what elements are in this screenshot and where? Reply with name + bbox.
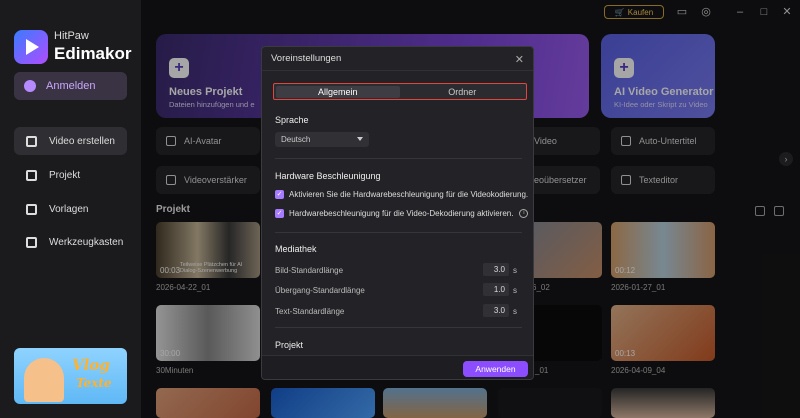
template-icon	[26, 203, 37, 215]
tab-allgemein[interactable]: Allgemein	[275, 85, 400, 98]
promo-line1: Vlog	[72, 356, 110, 374]
project-section-title: Projekt	[275, 340, 304, 350]
language-select-value: Deutsch	[281, 135, 311, 144]
hw-encode-checkbox[interactable]: ✓ Aktivieren Sie die Hardwarebeschleunig…	[275, 190, 528, 199]
brand-small: HitPaw	[54, 30, 89, 42]
login-label: Anmelden	[46, 80, 96, 92]
promo-banner[interactable]: Vlog Texte	[14, 348, 127, 404]
sidebar: HitPaw Edimakor Anmelden Video erstellen…	[0, 0, 141, 418]
divider	[275, 158, 522, 159]
image-length-input[interactable]: 3.0	[483, 263, 509, 276]
promo-line2: Texte	[76, 376, 112, 390]
dialog-header: Voreinstellungen	[262, 47, 533, 71]
divider	[275, 327, 522, 328]
dialog-title: Voreinstellungen	[271, 53, 342, 64]
preferences-dialog: Voreinstellungen ✕ Allgemein Ordner Spra…	[261, 46, 534, 380]
avatar-icon	[24, 80, 36, 92]
transition-length-label: Übergang-Standardlänge	[275, 286, 365, 295]
image-length-label: Bild-Standardlänge	[275, 266, 344, 275]
sidebar-item-projekt[interactable]: Projekt	[14, 161, 127, 189]
text-length-label: Text-Standardlänge	[275, 307, 345, 316]
sidebar-item-werkzeugkasten[interactable]: Werkzeugkasten	[14, 228, 127, 256]
edimakor-logo-icon	[14, 30, 48, 64]
sidebar-item-label: Werkzeugkasten	[49, 236, 124, 248]
checkbox-checked-icon: ✓	[275, 209, 284, 218]
unit-label: s	[513, 307, 517, 316]
brand-big: Edimakor	[54, 44, 132, 63]
sidebar-item-vorlagen[interactable]: Vorlagen	[14, 195, 127, 223]
dialog-footer: Anwenden	[262, 355, 533, 379]
chevron-down-icon	[357, 137, 363, 141]
project-icon	[26, 169, 37, 181]
promo-illustration	[24, 358, 64, 402]
dialog-close-icon[interactable]: ✕	[515, 53, 524, 66]
unit-label: s	[513, 286, 517, 295]
login-button[interactable]: Anmelden	[14, 72, 127, 100]
language-section-title: Sprache	[275, 115, 309, 125]
sidebar-item-label: Vorlagen	[49, 203, 89, 215]
dialog-tabs: Allgemein Ordner	[273, 83, 527, 100]
sidebar-item-label: Video erstellen	[49, 135, 115, 147]
info-icon[interactable]: i	[519, 209, 529, 218]
divider	[275, 232, 522, 233]
home-icon	[26, 135, 37, 147]
language-select[interactable]: Deutsch	[275, 132, 369, 147]
toolbox-icon	[26, 236, 37, 248]
checkbox-label: Aktivieren Sie die Hardwarebeschleunigun…	[289, 190, 529, 199]
tab-ordner[interactable]: Ordner	[400, 86, 525, 98]
sidebar-item-label: Projekt	[49, 169, 81, 181]
apply-button[interactable]: Anwenden	[463, 361, 528, 377]
hw-section-title: Hardware Beschleunigung	[275, 171, 381, 181]
sidebar-item-video-erstellen[interactable]: Video erstellen	[14, 127, 127, 155]
text-length-input[interactable]: 3.0	[483, 304, 509, 317]
checkbox-label: Hardwarebeschleunigung für die Video-Dek…	[289, 209, 514, 218]
hw-decode-checkbox[interactable]: ✓ Hardwarebeschleunigung für die Video-D…	[275, 209, 529, 218]
checkbox-checked-icon: ✓	[275, 190, 284, 199]
media-section-title: Mediathek	[275, 244, 317, 254]
unit-label: s	[513, 266, 517, 275]
transition-length-input[interactable]: 1.0	[483, 283, 509, 296]
